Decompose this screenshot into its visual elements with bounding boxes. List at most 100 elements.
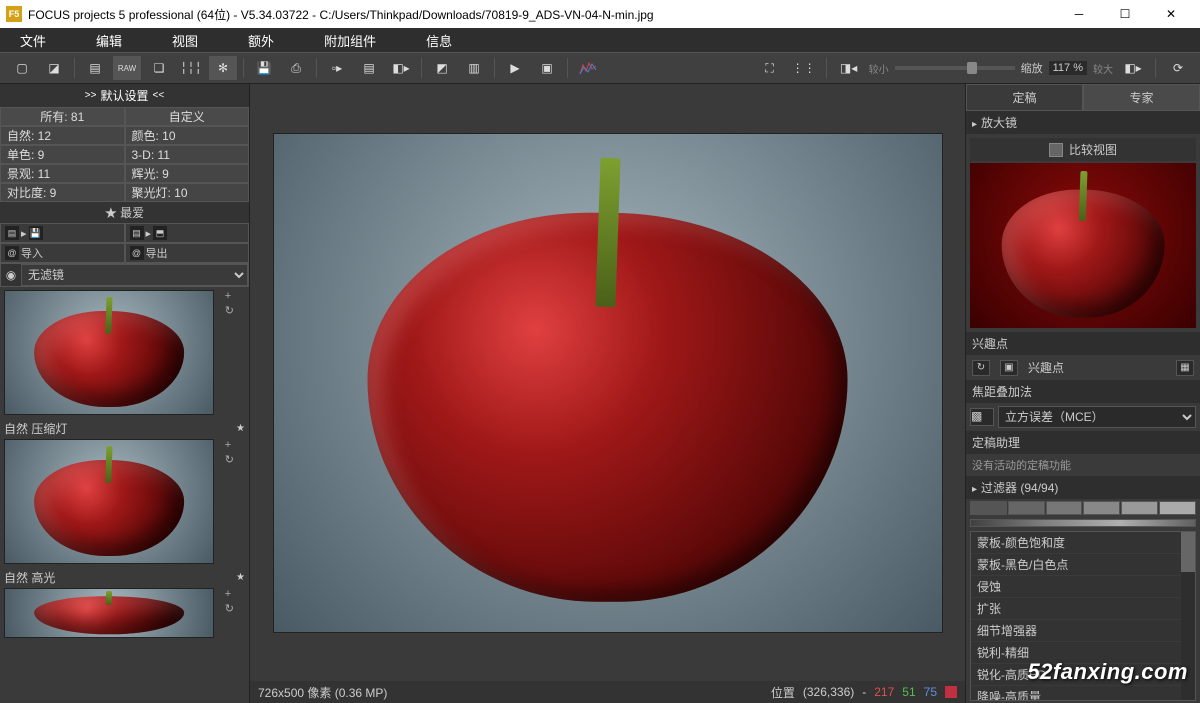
- app-icon: F5: [6, 6, 22, 22]
- zoom-fit-icon[interactable]: ◨◂: [835, 56, 863, 80]
- filter-categories: [966, 499, 1200, 517]
- filter-cat-5[interactable]: [1121, 501, 1158, 515]
- stack-header[interactable]: 焦距叠加法: [966, 380, 1200, 403]
- rotate-icon[interactable]: ⟳: [1164, 56, 1192, 80]
- cat-nature[interactable]: 自然: 12: [0, 126, 125, 145]
- window-title: FOCUS projects 5 professional (64位) - V5…: [28, 6, 1056, 23]
- zoom-slider[interactable]: [895, 66, 1015, 70]
- filter-cat-2[interactable]: [1008, 501, 1045, 515]
- cat-spotlight[interactable]: 聚光灯: 10: [125, 183, 250, 202]
- presets-panel: >>默认设置<< 所有: 81 自定义 自然: 12 颜色: 10 单色: 9 …: [0, 84, 250, 703]
- tab-final[interactable]: 定稿: [966, 84, 1083, 111]
- star-icon[interactable]: ★: [236, 423, 245, 434]
- star-icon[interactable]: ★: [236, 572, 245, 583]
- preset-thumb-3[interactable]: 自然 高光 ★ +↻: [0, 567, 249, 638]
- close-button[interactable]: ✕: [1148, 0, 1194, 28]
- pixel-g: 51: [902, 685, 915, 699]
- magnifier-header[interactable]: 放大镜: [966, 111, 1200, 134]
- cursor-pos-label: 位置: [771, 684, 795, 701]
- cat-color[interactable]: 颜色: 10: [125, 126, 250, 145]
- gear-icon[interactable]: ✻: [209, 56, 237, 80]
- export1-icon[interactable]: ▫▸: [323, 56, 351, 80]
- compare-icon[interactable]: ▥: [460, 56, 488, 80]
- cat-contrast[interactable]: 对比度: 9: [0, 183, 125, 202]
- open-icon[interactable]: ◪: [40, 56, 68, 80]
- menu-extra[interactable]: 额外: [248, 31, 274, 50]
- filter-item[interactable]: 细节增强器: [971, 620, 1195, 642]
- print-icon[interactable]: ⎙: [282, 56, 310, 80]
- cat-all[interactable]: 所有: 81: [0, 107, 125, 126]
- export2-icon[interactable]: ▤: [355, 56, 383, 80]
- filter-item[interactable]: 蒙板-黑色/白色点: [971, 554, 1195, 576]
- favorites-row[interactable]: ★ 最爱: [0, 202, 249, 223]
- refresh-icon[interactable]: ↻: [225, 453, 234, 466]
- pixel-swatch: [945, 686, 957, 698]
- preset-thumb-2[interactable]: 自然 压缩灯 ★ +↻: [0, 418, 249, 564]
- crop-icon[interactable]: ◩: [428, 56, 456, 80]
- filter-indicator-icon: ◉: [1, 268, 21, 282]
- new-icon[interactable]: ▢: [8, 56, 36, 80]
- stack-method-select[interactable]: 立方误差（MCE）: [998, 406, 1196, 428]
- expert-panel: 定稿 专家 放大镜 比较视图 兴趣点 ↻ ▣ 兴趣点 ▦ 焦距叠加法 ▩ 立方误…: [965, 84, 1200, 703]
- export3-icon[interactable]: ◧▸: [387, 56, 415, 80]
- cat-landscape[interactable]: 景观: 11: [0, 164, 125, 183]
- interest-header[interactable]: 兴趣点: [966, 332, 1200, 355]
- tab-expert[interactable]: 专家: [1083, 84, 1200, 111]
- filter-select[interactable]: 无滤镜: [21, 264, 248, 286]
- cursor-pos: (326,336): [803, 685, 854, 699]
- filter-colorbar[interactable]: [970, 519, 1196, 527]
- cat-glow[interactable]: 辉光: 9: [125, 164, 250, 183]
- refresh-icon[interactable]: ↻: [225, 602, 234, 615]
- menu-view[interactable]: 视图: [172, 31, 198, 50]
- zoom-value[interactable]: 117 %: [1049, 61, 1087, 75]
- interest-refresh-icon[interactable]: ↻: [972, 360, 990, 376]
- compare-toggle[interactable]: [1049, 143, 1063, 157]
- assistant-header[interactable]: 定稿助理: [966, 431, 1200, 454]
- layers-icon[interactable]: ❏: [145, 56, 173, 80]
- filter-cat-1[interactable]: [970, 501, 1007, 515]
- filter-cat-3[interactable]: [1046, 501, 1083, 515]
- interest-settings-icon[interactable]: ▦: [1176, 360, 1194, 376]
- presets-header[interactable]: >>默认设置<<: [0, 84, 249, 107]
- menu-file[interactable]: 文件: [20, 31, 46, 50]
- menu-addons[interactable]: 附加组件: [324, 31, 376, 50]
- maximize-button[interactable]: ☐: [1102, 0, 1148, 28]
- batch-icon[interactable]: ▤: [81, 56, 109, 80]
- cat-mono[interactable]: 单色: 9: [0, 145, 125, 164]
- filter-item[interactable]: 扩张: [971, 598, 1195, 620]
- menu-info[interactable]: 信息: [426, 31, 452, 50]
- assistant-message: 没有活动的定稿功能: [966, 454, 1200, 476]
- import-preset-1[interactable]: ▤▸💾: [0, 223, 125, 243]
- preset-thumb-1[interactable]: +↻: [0, 290, 249, 415]
- save-icon[interactable]: 💾: [250, 56, 278, 80]
- export-button[interactable]: @ 导出: [125, 243, 250, 263]
- histogram-icon[interactable]: [574, 56, 602, 80]
- import-button[interactable]: @ 导入: [0, 243, 125, 263]
- cat-3d[interactable]: 3-D: 11: [125, 145, 250, 164]
- filters-header[interactable]: 过滤器 (94/94): [966, 476, 1200, 499]
- add-icon[interactable]: +: [225, 290, 234, 302]
- menu-edit[interactable]: 编辑: [96, 31, 122, 50]
- minimize-button[interactable]: ─: [1056, 0, 1102, 28]
- add-icon[interactable]: +: [225, 588, 234, 600]
- filter-item[interactable]: 蒙板-颜色饱和度: [971, 532, 1195, 554]
- filter-cat-6[interactable]: [1159, 501, 1196, 515]
- sliders-icon[interactable]: ╎╎╎: [177, 56, 205, 80]
- cat-custom[interactable]: 自定义: [125, 107, 250, 126]
- grid-icon[interactable]: ⋮⋮: [790, 56, 818, 80]
- raw-icon[interactable]: RAW: [113, 56, 141, 80]
- preview-icon[interactable]: ▣: [533, 56, 561, 80]
- magnifier-preview[interactable]: [970, 163, 1196, 328]
- filter-item[interactable]: 侵蚀: [971, 576, 1195, 598]
- refresh-icon[interactable]: ↻: [225, 304, 234, 317]
- stack-method-icon[interactable]: ▩: [970, 408, 994, 426]
- filter-cat-4[interactable]: [1083, 501, 1120, 515]
- play-icon[interactable]: ▶: [501, 56, 529, 80]
- export-preset-1[interactable]: ▤▸⬒: [125, 223, 250, 243]
- image-viewport[interactable]: [250, 84, 965, 681]
- add-icon[interactable]: +: [225, 439, 234, 451]
- zoom-actual-icon[interactable]: ◧▸: [1119, 56, 1147, 80]
- fullscreen-icon[interactable]: ⛶: [756, 56, 784, 80]
- interest-target-icon[interactable]: ▣: [1000, 360, 1018, 376]
- filter-item[interactable]: 降噪-高质量: [971, 686, 1195, 701]
